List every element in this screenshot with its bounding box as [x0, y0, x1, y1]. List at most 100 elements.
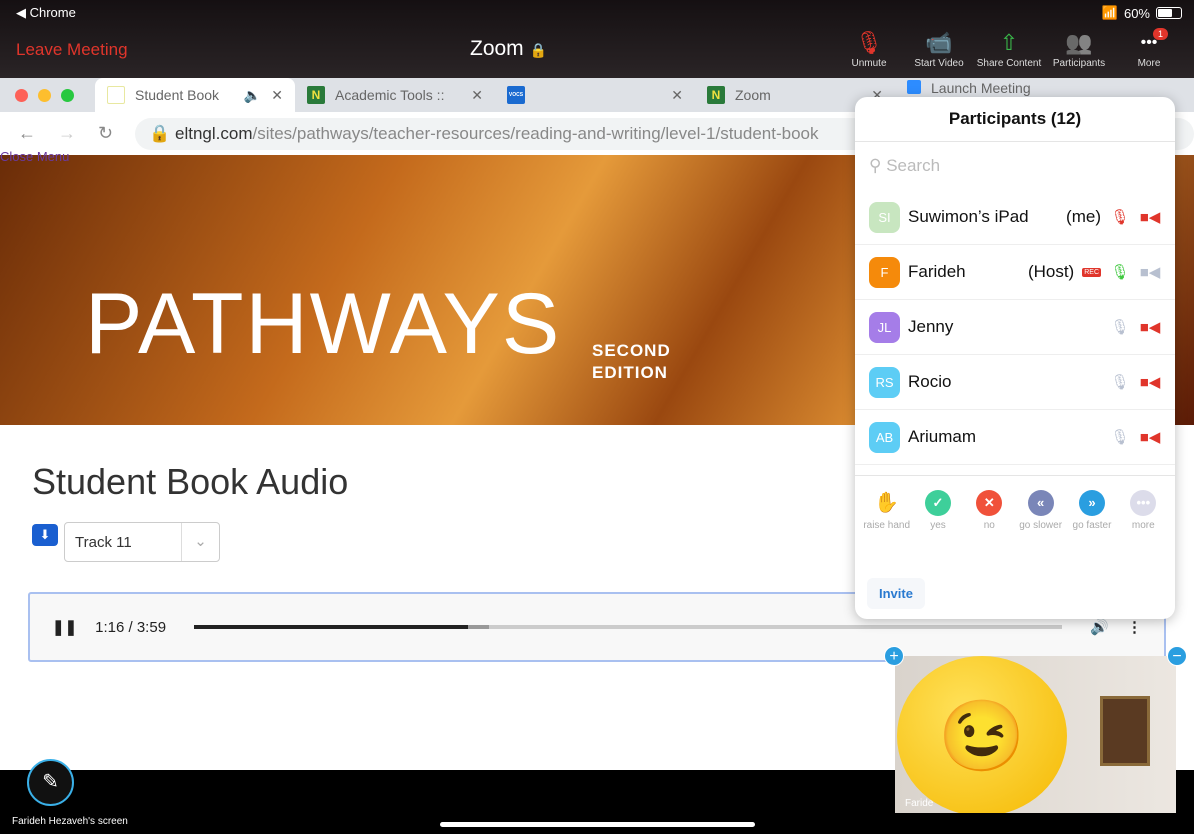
home-indicator[interactable]: [440, 822, 755, 827]
participants-panel: Participants (12) ⚲ Search SI Suwimon’s …: [855, 97, 1175, 619]
start-video-button[interactable]: 📹 Start Video: [904, 28, 974, 69]
cloud-download-icon[interactable]: ⬇: [32, 524, 58, 546]
share-content-label: Share Content: [976, 58, 1042, 69]
avatar: AB: [869, 421, 900, 453]
more-options-icon[interactable]: ⋮: [1127, 618, 1142, 636]
pause-icon[interactable]: ❚❚: [52, 618, 77, 636]
video-icon: ■◀: [1139, 264, 1161, 281]
seek-bar[interactable]: [194, 625, 1063, 629]
muted-mic-icon: 🎙: [855, 30, 883, 55]
no-icon: ✕: [976, 490, 1003, 516]
participants-icon: 👥: [1065, 30, 1093, 55]
collapse-video-button[interactable]: −: [1167, 646, 1187, 666]
self-video-thumbnail[interactable]: 😉 Faride: [895, 656, 1176, 813]
reaction-label: raise hand: [863, 520, 911, 531]
participant-role: (me): [1066, 207, 1101, 226]
reaction-label: no: [983, 520, 995, 531]
tab-title: Student Book: [135, 87, 220, 103]
maximize-window-button[interactable]: [61, 88, 74, 102]
vocs-favicon: VOCS: [507, 86, 525, 104]
reaction-label: go slower: [1019, 520, 1063, 531]
reaction-raise-hand[interactable]: ✋ raise hand: [861, 490, 912, 531]
progress-fill: [194, 625, 468, 629]
unmute-button[interactable]: 🎙 Unmute: [834, 28, 904, 69]
recording-badge: REC: [1082, 267, 1101, 277]
zoom-toolbar: ◀ Chrome 📶 60% Leave Meeting Zoom 🔒 🎙 Unmu…: [0, 0, 1194, 78]
close-window-button[interactable]: [15, 88, 28, 102]
minimize-window-button[interactable]: [38, 88, 51, 102]
reaction-no[interactable]: ✕ no: [964, 490, 1015, 531]
avatar: JL: [869, 311, 900, 343]
chevron-down-icon: ⌄: [181, 523, 219, 561]
volume-icon[interactable]: 🔊: [1090, 618, 1109, 636]
share-content-button[interactable]: ⇧ Share Content: [974, 28, 1044, 69]
start-video-label: Start Video: [914, 58, 964, 69]
participant-row[interactable]: [855, 465, 1175, 475]
notification-badge: 1: [1152, 28, 1168, 40]
tab-student-book[interactable]: Student Book 🔈 ✕: [95, 78, 295, 112]
annotate-pencil-button[interactable]: ✎: [27, 759, 74, 806]
edition-label: SECOND EDITION: [592, 340, 671, 384]
back-icon[interactable]: ←: [18, 123, 36, 144]
meeting-title-text: Zoom: [470, 37, 524, 60]
mic-icon: 🎙︎: [1110, 264, 1130, 281]
track-select[interactable]: Track 11 ⌄: [64, 522, 220, 562]
close-tab-icon[interactable]: ✕: [271, 87, 283, 104]
page-heading: Student Book Audio: [32, 461, 349, 502]
participant-name: Farideh: [908, 262, 966, 281]
mic-icon: 🎙︎: [1110, 429, 1130, 446]
video-name-label: Faride: [905, 798, 934, 809]
video-off-icon: ■◀: [1139, 209, 1161, 226]
tab-title: Zoom: [735, 87, 771, 103]
buffered-bar: [467, 625, 490, 629]
reaction-go-slower[interactable]: « go slower: [1015, 490, 1066, 531]
participant-name: Ariumam: [908, 427, 977, 446]
invite-button[interactable]: Invite: [867, 578, 925, 609]
participant-name: Jenny: [908, 317, 954, 336]
leave-meeting-button[interactable]: Leave Meeting: [16, 40, 128, 60]
wall-painting: [1100, 696, 1150, 766]
more-button[interactable]: ••• 1 More: [1114, 28, 1184, 69]
yes-icon: ✓: [924, 490, 951, 516]
participant-row[interactable]: AB Ariumam 🎙︎ ■◀: [855, 410, 1175, 465]
participant-role: (Host): [1027, 262, 1075, 281]
lock-icon: 🔒: [149, 123, 171, 143]
more-label: More: [1137, 58, 1161, 69]
mic-icon: 🎙︎: [1110, 374, 1130, 391]
avatar: F: [869, 256, 900, 288]
back-app-label: Chrome: [29, 5, 76, 20]
reaction-label: yes: [930, 520, 946, 531]
reaction-more[interactable]: ••• more: [1118, 490, 1169, 531]
participants-button[interactable]: 👥 Participants: [1044, 28, 1114, 69]
raise-hand-icon: ✋: [874, 492, 900, 514]
close-tab-icon[interactable]: ✕: [671, 87, 683, 104]
reaction-yes[interactable]: ✓ yes: [912, 490, 963, 531]
tab-academic-tools[interactable]: N Academic Tools :: ✕: [295, 78, 495, 112]
avatar: RS: [869, 366, 900, 398]
expand-video-button[interactable]: +: [884, 646, 904, 666]
participant-row[interactable]: F Farideh (Host) REC 🎙︎ ■◀: [855, 245, 1175, 300]
participant-row[interactable]: JL Jenny 🎙︎ ■◀: [855, 300, 1175, 355]
forward-icon[interactable]: →: [58, 123, 76, 144]
reload-icon[interactable]: ↻: [98, 123, 113, 144]
url-path: /sites/pathways/teacher-resources/readin…: [252, 123, 819, 143]
tab-vocs[interactable]: VOCS ✕: [495, 78, 695, 112]
playback-time: 1:16 / 3:59: [95, 618, 167, 636]
window-controls: [0, 88, 95, 102]
status-indicators: 📶 60%: [1102, 5, 1182, 21]
more-icon: •••: [1140, 34, 1158, 51]
battery-icon: [1156, 7, 1182, 19]
close-menu-link[interactable]: Close Menu: [0, 149, 69, 164]
reaction-go-faster[interactable]: » go faster: [1066, 490, 1117, 531]
participant-row[interactable]: RS Rocio 🎙︎ ■◀: [855, 355, 1175, 410]
edition-line-1: SECOND: [592, 341, 671, 360]
close-tab-icon[interactable]: ✕: [471, 87, 483, 104]
lock-icon: 🔒: [529, 42, 547, 58]
participant-name: Suwimon’s iPad: [908, 207, 1029, 226]
n-favicon: N: [707, 86, 725, 104]
zoom-favicon: [907, 80, 921, 94]
back-to-app[interactable]: ◀ Chrome: [16, 5, 76, 21]
participant-row[interactable]: SI Suwimon’s iPad (me) 🎙︎ ■◀: [855, 190, 1175, 245]
participant-search-input[interactable]: ⚲ Search: [867, 150, 1163, 182]
speaker-icon: 🔈: [243, 86, 262, 103]
